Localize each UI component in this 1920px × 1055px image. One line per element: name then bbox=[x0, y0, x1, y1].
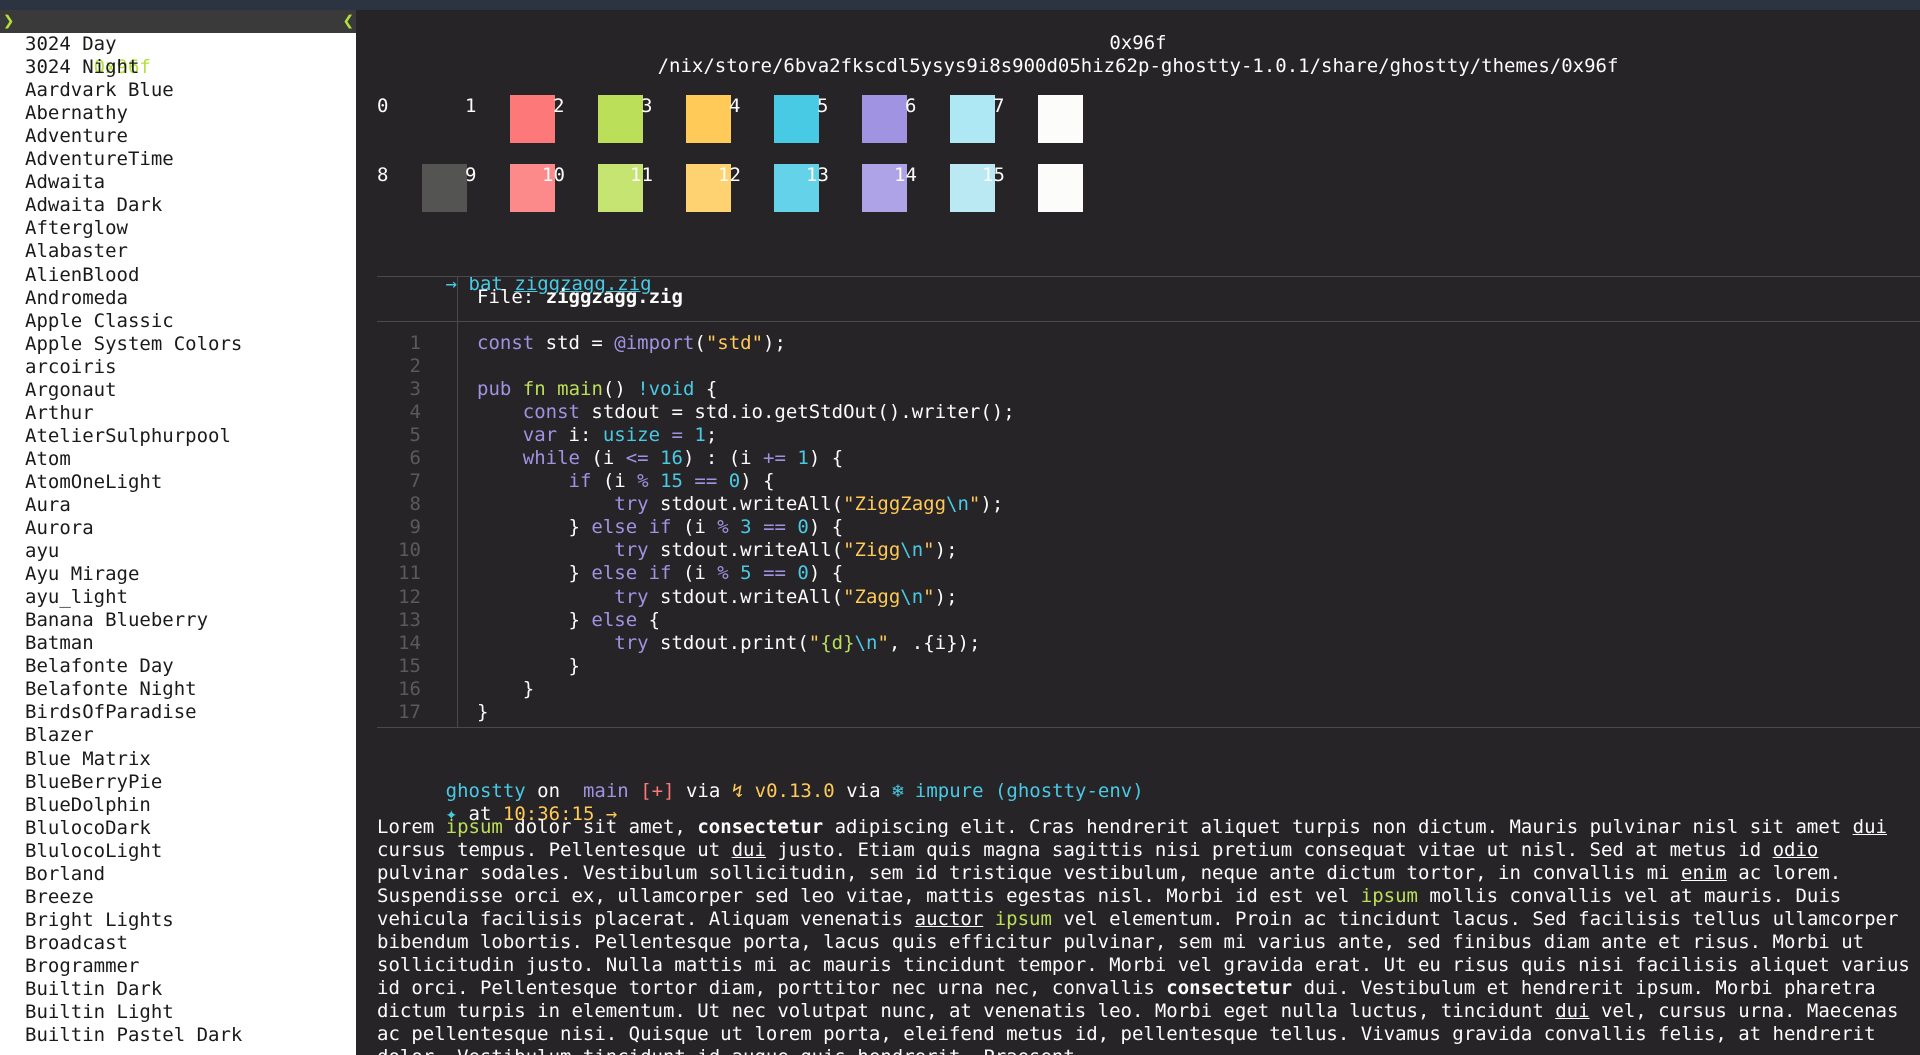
theme-item[interactable]: ayu_light bbox=[0, 586, 356, 609]
palette-swatch bbox=[1038, 95, 1083, 143]
nix-icon: ❄ bbox=[891, 780, 904, 802]
theme-item[interactable]: AdventureTime bbox=[0, 148, 356, 171]
chevron-right-icon: ❯ bbox=[3, 10, 15, 32]
theme-item[interactable]: Afterglow bbox=[0, 217, 356, 240]
theme-item[interactable]: Belafonte Day bbox=[0, 655, 356, 678]
theme-item[interactable]: 3024 Night bbox=[0, 56, 356, 79]
theme-item[interactable]: ayu bbox=[0, 540, 356, 563]
palette-index: 1 bbox=[465, 95, 477, 117]
theme-item[interactable]: AtomOneLight bbox=[0, 471, 356, 494]
palette-index: 13 bbox=[806, 164, 829, 186]
terminal-window: ❯ 0x96f ❮ 3024 Day 3024 Night Aardvark Blu… bbox=[0, 10, 1920, 1055]
palette-index: 14 bbox=[894, 164, 917, 186]
theme-item[interactable]: Builtin Pastel Dark bbox=[0, 1024, 356, 1047]
theme-item[interactable]: BirdsOfParadise bbox=[0, 701, 356, 724]
theme-item[interactable]: Blazer bbox=[0, 724, 356, 747]
palette-color-6: 6 bbox=[884, 95, 995, 143]
bat-output: File: ziggzagg.zig 1 const std = @import(… bbox=[377, 276, 1920, 728]
palette-index: 0 bbox=[377, 95, 389, 117]
theme-item[interactable]: Adwaita Dark bbox=[0, 194, 356, 217]
palette-color-5: 5 bbox=[796, 95, 907, 143]
zig-icon: ↯ bbox=[731, 780, 744, 802]
theme-item[interactable]: Borland bbox=[0, 863, 356, 886]
palette-index: 9 bbox=[465, 164, 477, 186]
file-label: File: bbox=[477, 286, 535, 308]
palette-color-7: 7 bbox=[972, 95, 1083, 143]
palette-color-2: 2 bbox=[532, 95, 643, 143]
palette-index: 5 bbox=[817, 95, 829, 117]
palette-color-3: 3 bbox=[620, 95, 731, 143]
theme-header: 0x96f /nix/store/6bva2fkscdl5ysys9i8s900… bbox=[356, 32, 1920, 78]
palette-index: 8 bbox=[377, 164, 389, 186]
bat-file-header: File: ziggzagg.zig bbox=[477, 286, 683, 309]
lorem-text: Lorem ipsum dolor sit amet, consectetur … bbox=[377, 816, 1910, 1055]
theme-item[interactable]: 3024 Day bbox=[0, 33, 356, 56]
palette-color-13: 13 bbox=[796, 164, 907, 212]
palette-index: 12 bbox=[718, 164, 741, 186]
palette-color-11: 11 bbox=[620, 164, 731, 212]
palette-color-15: 15 bbox=[972, 164, 1083, 212]
theme-item[interactable]: Argonaut bbox=[0, 379, 356, 402]
theme-item[interactable]: Andromeda bbox=[0, 287, 356, 310]
theme-item[interactable]: Builtin Dark bbox=[0, 978, 356, 1001]
theme-item[interactable]: BlueDolphin bbox=[0, 794, 356, 817]
palette-color-14: 14 bbox=[884, 164, 995, 212]
theme-item[interactable]: Breeze bbox=[0, 886, 356, 909]
theme-item[interactable]: Adventure bbox=[0, 125, 356, 148]
theme-item[interactable]: Apple System Colors bbox=[0, 333, 356, 356]
theme-item[interactable]: arcoiris bbox=[0, 356, 356, 379]
nix-env: impure (ghostty-env) bbox=[914, 780, 1144, 802]
palette-index: 10 bbox=[542, 164, 565, 186]
chevron-left-icon: ❮ bbox=[342, 10, 354, 32]
theme-item[interactable]: Adwaita bbox=[0, 171, 356, 194]
palette-index: 7 bbox=[993, 95, 1005, 117]
palette-color-1: 1 bbox=[444, 95, 555, 143]
palette-index: 2 bbox=[553, 95, 565, 117]
theme-item[interactable]: Brogrammer bbox=[0, 955, 356, 978]
theme-item[interactable]: Abernathy bbox=[0, 102, 356, 125]
palette-index: 11 bbox=[630, 164, 653, 186]
palette-color-10: 10 bbox=[532, 164, 643, 212]
theme-item[interactable]: Atom bbox=[0, 448, 356, 471]
theme-path: /nix/store/6bva2fkscdl5ysys9i8s900d05hiz… bbox=[657, 55, 1619, 77]
theme-item[interactable]: Apple Classic bbox=[0, 310, 356, 333]
git-status: [+] bbox=[640, 780, 675, 802]
terminal-output[interactable]: 0x96f /nix/store/6bva2fkscdl5ysys9i8s900… bbox=[356, 10, 1920, 1055]
palette-index: 15 bbox=[982, 164, 1005, 186]
theme-item[interactable]: BlulocoLight bbox=[0, 840, 356, 863]
palette-index: 4 bbox=[729, 95, 741, 117]
theme-item[interactable]: Bright Lights bbox=[0, 909, 356, 932]
theme-item[interactable]: Belafonte Night bbox=[0, 678, 356, 701]
theme-item[interactable]: Batman bbox=[0, 632, 356, 655]
palette-swatch bbox=[1038, 164, 1083, 212]
theme-item-selected[interactable]: ❯ 0x96f ❮ bbox=[0, 10, 356, 78]
palette-color-9: 9 bbox=[444, 164, 555, 212]
theme-item[interactable]: Broadcast bbox=[0, 932, 356, 955]
theme-item[interactable]: Aardvark Blue bbox=[0, 79, 356, 102]
palette-color-8: 8 bbox=[356, 164, 467, 212]
file-name: ziggzagg.zig bbox=[545, 286, 683, 308]
theme-list[interactable]: ❯ 0x96f ❮ 3024 Day 3024 Night Aardvark Blu… bbox=[0, 10, 356, 1055]
palette-color-12: 12 bbox=[708, 164, 819, 212]
theme-item[interactable]: Aura bbox=[0, 494, 356, 517]
theme-item[interactable]: Ayu Mirage bbox=[0, 563, 356, 586]
theme-item[interactable]: Aurora bbox=[0, 517, 356, 540]
theme-item[interactable]: AtelierSulphurpool bbox=[0, 425, 356, 448]
zig-version: v0.13.0 bbox=[754, 780, 835, 802]
theme-title: 0x96f bbox=[1109, 32, 1167, 54]
code-block: 1 const std = @import("std"); 2 3 pub fn m… bbox=[398, 332, 1015, 723]
theme-item[interactable]: BlueBerryPie bbox=[0, 771, 356, 794]
theme-item[interactable]: Arthur bbox=[0, 402, 356, 425]
theme-item[interactable]: BlulocoDark bbox=[0, 817, 356, 840]
palette-index: 3 bbox=[641, 95, 653, 117]
theme-item[interactable]: AlienBlood bbox=[0, 264, 356, 287]
palette-color-0: 0 bbox=[356, 95, 467, 143]
theme-item[interactable]: Builtin Light bbox=[0, 1001, 356, 1024]
theme-item[interactable]: Banana Blueberry bbox=[0, 609, 356, 632]
theme-item[interactable]: Alabaster bbox=[0, 240, 356, 263]
palette-color-4: 4 bbox=[708, 95, 819, 143]
theme-item[interactable]: Blue Matrix bbox=[0, 748, 356, 771]
palette-index: 6 bbox=[905, 95, 917, 117]
